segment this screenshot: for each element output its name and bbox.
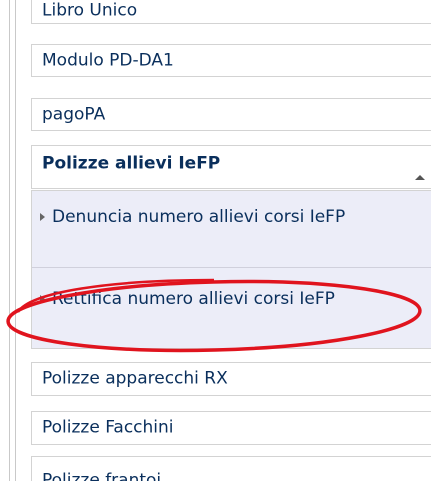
menu-item-polizze-frantoi[interactable]: Polizze frantoi: [31, 456, 431, 481]
submenu-divider: [32, 267, 431, 268]
menu-item-label: Polizze frantoi: [42, 470, 162, 481]
menu-section-label: Polizze allievi IeFP: [42, 153, 221, 174]
menu-item-polizze-apparecchi-rx[interactable]: Polizze apparecchi RX: [31, 362, 431, 396]
menu-item-libro-unico[interactable]: Libro Unico: [31, 0, 431, 24]
submenu-item-denuncia-numero-allievi[interactable]: Denuncia numero allievi corsi IeFP: [32, 206, 431, 228]
menu-item-label: Polizze Facchini: [42, 417, 174, 438]
left-border-line: [15, 0, 16, 481]
menu-item-modulo-pd-da1[interactable]: Modulo PD-DA1: [31, 44, 431, 77]
submenu-item-rettifica-numero-allievi[interactable]: Rettifica numero allievi corsi IeFP: [32, 288, 431, 310]
left-border-line: [9, 0, 10, 481]
menu-item-label: Modulo PD-DA1: [42, 50, 174, 70]
menu-item-polizze-facchini[interactable]: Polizze Facchini: [31, 411, 431, 445]
side-menu: Libro Unico Modulo PD-DA1 pagoPA Polizze…: [31, 0, 431, 481]
menu-item-label: Polizze apparecchi RX: [42, 368, 228, 389]
submenu-item-label: Rettifica numero allievi corsi IeFP: [52, 289, 335, 309]
menu-item-pagopa[interactable]: pagoPA: [31, 98, 431, 131]
submenu-item-label: Denuncia numero allievi corsi IeFP: [52, 207, 346, 227]
triangle-right-icon: [40, 213, 45, 221]
menu-item-label: pagoPA: [42, 104, 106, 124]
submenu-polizze-allievi-iefp: Denuncia numero allievi corsi IeFP Retti…: [31, 190, 431, 349]
menu-section-polizze-allievi-iefp[interactable]: Polizze allievi IeFP: [31, 145, 431, 189]
chevron-up-icon[interactable]: [415, 175, 425, 180]
menu-item-label: Libro Unico: [42, 0, 138, 21]
triangle-right-icon: [40, 295, 45, 303]
